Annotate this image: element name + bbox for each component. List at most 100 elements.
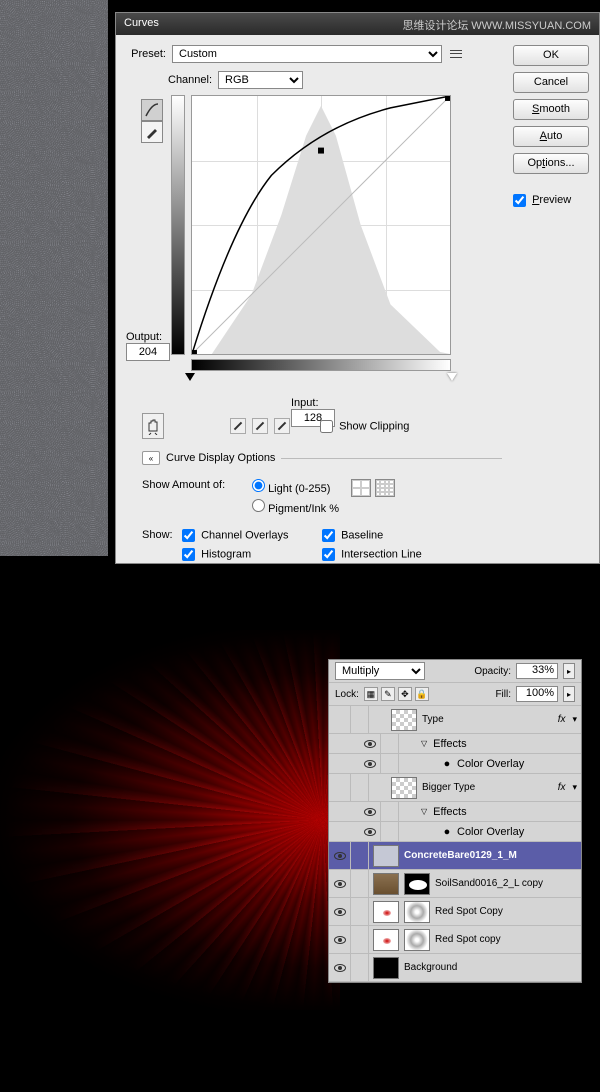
visibility-toggle[interactable]	[329, 898, 351, 925]
fill-caret-icon[interactable]: ▸	[563, 686, 575, 702]
curve-display-options: « Curve Display Options Show Amount of: …	[142, 451, 502, 561]
effects-row[interactable]: ▽Effects	[329, 734, 581, 754]
layer-row[interactable]: Bigger Type fx ▾	[329, 774, 581, 802]
chevron-down-icon[interactable]: ▾	[572, 782, 577, 793]
layer-thumb[interactable]	[373, 901, 399, 923]
watermark: 思维设计论坛 WWW.MISSYUAN.COM	[402, 17, 591, 31]
show-clipping-checkbox[interactable]: Show Clipping	[320, 420, 409, 433]
extra-thumb[interactable]	[404, 901, 430, 923]
pigment-radio[interactable]: Pigment/Ink %	[252, 499, 339, 515]
opacity-caret-icon[interactable]: ▸	[563, 663, 575, 679]
curve-point-tool[interactable]	[141, 99, 163, 121]
visibility-toggle[interactable]	[329, 706, 351, 733]
red-rays-render	[0, 630, 340, 1010]
visibility-toggle[interactable]	[359, 734, 381, 753]
channel-select[interactable]: RGB	[218, 71, 303, 89]
lock-pixels-icon[interactable]: ✎	[381, 687, 395, 701]
collapse-icon[interactable]: «	[142, 451, 160, 465]
curve-icon	[144, 102, 160, 118]
layer-row[interactable]: Red Spot copy	[329, 926, 581, 954]
effect-icon: ●	[441, 826, 453, 838]
show-label: Show:	[142, 529, 182, 561]
channel-overlays-check[interactable]: Channel Overlays	[182, 529, 322, 542]
layer-thumb[interactable]	[391, 709, 417, 731]
mask-thumb[interactable]	[404, 873, 430, 895]
blend-mode-select[interactable]: Multiply	[335, 662, 425, 680]
visibility-toggle[interactable]	[329, 926, 351, 953]
fx-icon[interactable]: fx	[558, 782, 568, 793]
visibility-toggle[interactable]	[329, 774, 351, 801]
layer-row[interactable]: ConcreteBare0129_1_M	[329, 842, 581, 870]
visibility-toggle[interactable]	[329, 870, 351, 897]
lock-label: Lock:	[335, 689, 359, 700]
ok-button[interactable]: OK	[513, 45, 589, 66]
effect-item[interactable]: ●Color Overlay	[329, 822, 581, 842]
show-amount-row: Show Amount of: Light (0-255) Pigment/In…	[142, 479, 502, 519]
lock-all-icon[interactable]: 🔒	[415, 687, 429, 701]
layer-row[interactable]: Type fx ▾	[329, 706, 581, 734]
curve-graph[interactable]	[191, 95, 451, 355]
curve-pencil-tool[interactable]	[141, 121, 163, 143]
grid-4-icon[interactable]	[351, 479, 371, 497]
fill-value[interactable]: 100%	[516, 686, 558, 702]
preset-select[interactable]: Custom	[172, 45, 442, 63]
grid-size-icons	[351, 479, 395, 519]
intersection-check[interactable]: Intersection Line	[322, 548, 422, 561]
gray-eyedropper-icon[interactable]	[252, 418, 268, 434]
input-label: Input:	[291, 397, 319, 409]
visibility-toggle[interactable]	[329, 842, 351, 869]
options-button[interactable]: Options...	[513, 153, 589, 174]
layer-thumb[interactable]	[373, 845, 399, 867]
extra-thumb[interactable]	[404, 929, 430, 951]
preset-menu-icon[interactable]	[448, 47, 464, 61]
visibility-toggle[interactable]	[359, 754, 381, 773]
layer-row[interactable]: Background	[329, 954, 581, 982]
baseline-check[interactable]: Baseline	[322, 529, 422, 542]
eyedropper-row	[230, 418, 290, 434]
visibility-toggle[interactable]	[359, 802, 381, 821]
layer-thumb[interactable]	[391, 777, 417, 799]
blend-row: Multiply Opacity: 33% ▸	[329, 660, 581, 683]
layer-thumb[interactable]	[373, 873, 399, 895]
eye-icon	[364, 760, 376, 768]
effects-row[interactable]: ▽Effects	[329, 802, 581, 822]
layer-thumb[interactable]	[373, 957, 399, 979]
layer-thumb[interactable]	[373, 929, 399, 951]
bottom-tools: Show Clipping	[142, 413, 409, 439]
preview-checkbox[interactable]: Preview	[513, 194, 571, 206]
eye-icon	[334, 852, 346, 860]
chevron-down-icon[interactable]: ▾	[572, 714, 577, 725]
light-radio[interactable]: Light (0-255)	[252, 479, 339, 495]
dialog-titlebar[interactable]: Curves 思维设计论坛 WWW.MISSYUAN.COM	[116, 13, 599, 35]
options-title: Curve Display Options	[166, 452, 275, 464]
black-point-slider[interactable]	[185, 373, 195, 381]
lock-transparency-icon[interactable]: ▦	[364, 687, 378, 701]
visibility-toggle[interactable]	[329, 954, 351, 981]
layer-name: Background	[404, 962, 457, 973]
curves-dialog: Curves 思维设计论坛 WWW.MISSYUAN.COM OK Cancel…	[115, 12, 600, 564]
lock-position-icon[interactable]: ✥	[398, 687, 412, 701]
fx-icon[interactable]: fx	[558, 714, 568, 725]
layer-row[interactable]: SoilSand0016_2_L copy	[329, 870, 581, 898]
lock-row: Lock: ▦ ✎ ✥ 🔒 Fill: 100% ▸	[329, 683, 581, 706]
show-amount-label: Show Amount of:	[142, 479, 252, 519]
effect-item[interactable]: ●Color Overlay	[329, 754, 581, 774]
texture-preview	[0, 0, 108, 556]
horizontal-gradient	[191, 359, 451, 371]
opacity-value[interactable]: 33%	[516, 663, 558, 679]
grid-10-icon[interactable]	[375, 479, 395, 497]
dialog-title: Curves	[124, 17, 159, 31]
white-point-slider[interactable]	[447, 373, 457, 381]
curve-area	[141, 95, 589, 143]
visibility-toggle[interactable]	[359, 822, 381, 841]
layer-name: SoilSand0016_2_L copy	[435, 878, 543, 889]
on-image-tool[interactable]	[142, 413, 164, 439]
black-eyedropper-icon[interactable]	[230, 418, 246, 434]
output-label: Output:	[126, 331, 162, 343]
cancel-button[interactable]: Cancel	[513, 72, 589, 93]
white-eyedropper-icon[interactable]	[274, 418, 290, 434]
output-input[interactable]	[126, 343, 170, 361]
histogram-check[interactable]: Histogram	[182, 548, 322, 561]
eye-icon	[334, 964, 346, 972]
layer-row[interactable]: Red Spot Copy	[329, 898, 581, 926]
